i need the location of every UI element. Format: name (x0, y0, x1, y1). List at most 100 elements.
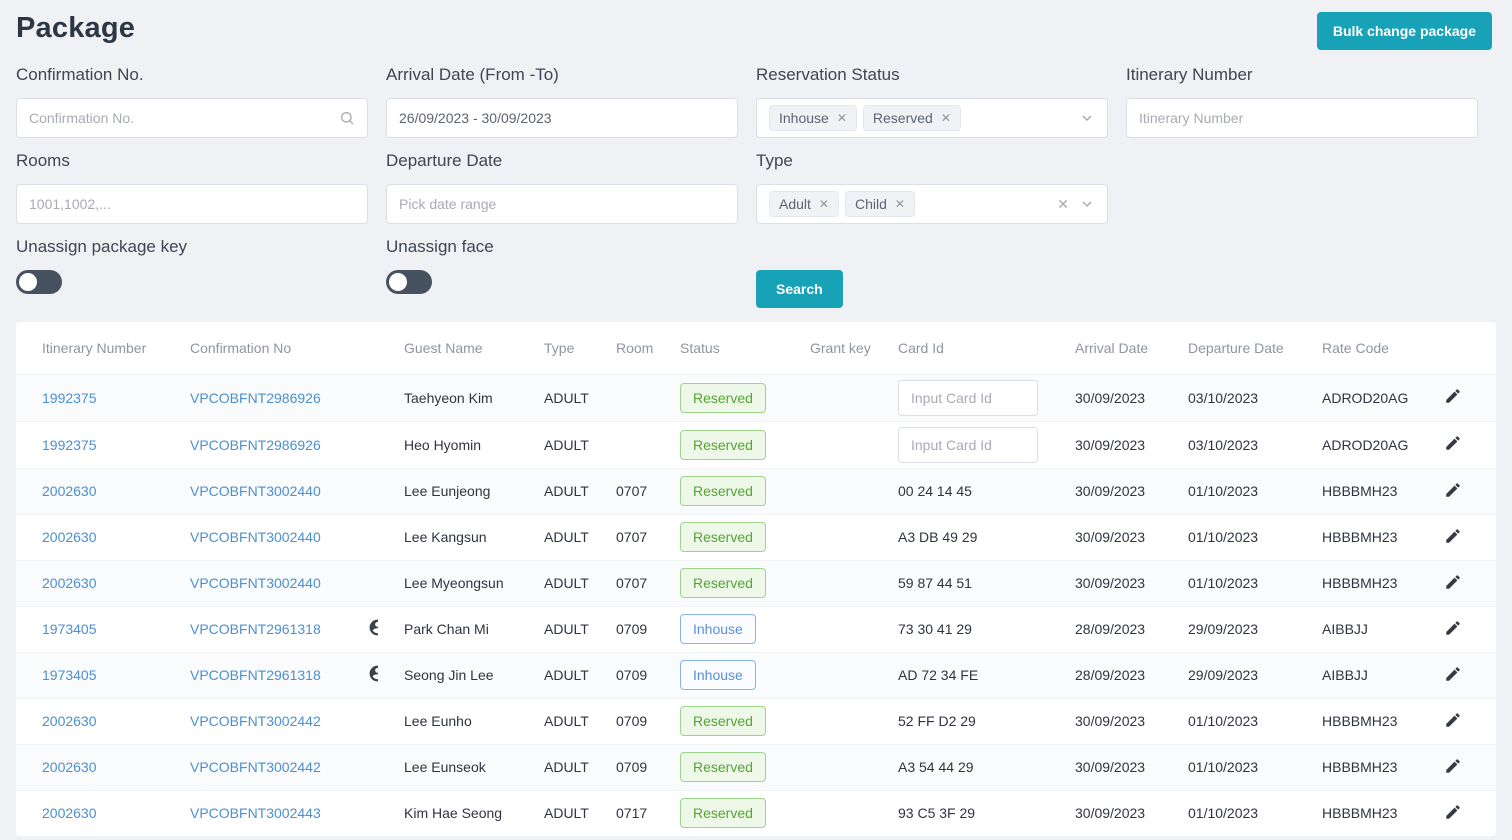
guest-name: Lee Eunho (404, 713, 472, 729)
itinerary-link[interactable]: 1973405 (42, 667, 97, 683)
grant-key-cell (784, 374, 872, 421)
table-row: 1992375 VPCOBFNT2986926 Taehyeon Kim ADU… (16, 374, 1496, 421)
table-row: 2002630 VPCOBFNT3002443 Kim Hae Seong AD… (16, 790, 1496, 836)
edit-icon[interactable] (1444, 573, 1462, 591)
edit-icon[interactable] (1444, 387, 1462, 405)
confirmation-link[interactable]: VPCOBFNT3002440 (190, 529, 321, 545)
table-row: 1992375 VPCOBFNT2986926 Heo Hyomin ADULT… (16, 421, 1496, 468)
search-button[interactable]: Search (756, 270, 843, 308)
type-select[interactable]: Adult ✕ Child ✕ ✕ (756, 184, 1108, 224)
card-id-input[interactable] (898, 426, 1038, 463)
status-badge: Reserved (680, 568, 766, 598)
room-number: 0707 (616, 529, 648, 545)
unassign-face-toggle[interactable] (386, 270, 432, 294)
filter-type: Type Adult ✕ Child ✕ ✕ (756, 138, 1108, 224)
confirmation-link[interactable]: VPCOBFNT3002442 (190, 759, 321, 775)
confirmation-link[interactable]: VPCOBFNT2961318 (190, 667, 321, 683)
itinerary-link[interactable]: 2002630 (42, 483, 97, 499)
edit-icon[interactable] (1444, 434, 1462, 452)
confirmation-link[interactable]: VPCOBFNT3002440 (190, 483, 321, 499)
edit-icon[interactable] (1444, 711, 1462, 729)
bulk-change-package-button[interactable]: Bulk change package (1316, 12, 1492, 50)
remove-tag-icon[interactable]: ✕ (895, 198, 905, 210)
clear-select-icon[interactable]: ✕ (1057, 196, 1069, 213)
column-header: Grant key (810, 339, 871, 356)
arrival-date: 28/09/2023 (1075, 621, 1146, 637)
itinerary-link[interactable]: 2002630 (42, 529, 97, 545)
chevron-down-icon[interactable] (1079, 196, 1095, 212)
column-header: Room (616, 339, 654, 356)
itinerary-link[interactable]: 2002630 (42, 759, 97, 775)
reservation-status-select[interactable]: Inhouse ✕ Reserved ✕ (756, 98, 1108, 138)
remove-tag-icon[interactable]: ✕ (837, 112, 847, 124)
room-number: 0709 (616, 759, 648, 775)
tag-label: Adult (779, 196, 811, 212)
edit-icon[interactable] (1444, 619, 1462, 637)
status-badge: Reserved (680, 522, 766, 552)
grant-key-cell (784, 652, 872, 698)
unassign-package-key-toggle[interactable] (16, 270, 62, 294)
guest-type: ADULT (544, 389, 589, 406)
rooms-input[interactable] (29, 185, 355, 223)
confirmation-link[interactable]: VPCOBFNT2986926 (190, 390, 321, 406)
confirmation-link[interactable]: VPCOBFNT2961318 (190, 621, 321, 637)
column-header: Itinerary Number (42, 339, 147, 356)
room-number: 0717 (616, 805, 648, 822)
edit-icon[interactable] (1444, 665, 1462, 683)
filter-itinerary-number: Itinerary Number (1126, 52, 1478, 138)
edit-icon[interactable] (1444, 757, 1462, 775)
table-row: 1973405 VPCOBFNT2961318 Park Chan Mi ADU… (16, 606, 1496, 652)
card-id-value: 93 C5 3F 29 (898, 805, 976, 822)
guest-name: Lee Eunseok (404, 759, 486, 775)
card-id-input[interactable] (898, 379, 1038, 416)
confirmation-no-input[interactable] (29, 99, 333, 137)
status-badge: Inhouse (680, 660, 756, 690)
guest-type: ADULT (544, 805, 589, 822)
confirmation-link[interactable]: VPCOBFNT3002443 (190, 805, 321, 821)
reservation-status-label: Reservation Status (756, 65, 900, 84)
guest-type: ADULT (544, 529, 589, 545)
itinerary-link[interactable]: 1992375 (42, 390, 97, 406)
arrival-date: 30/09/2023 (1075, 713, 1146, 729)
departure-date: 01/10/2023 (1188, 805, 1259, 822)
tag-label: Reserved (872, 110, 933, 126)
remove-tag-icon[interactable]: ✕ (941, 112, 951, 124)
itinerary-link[interactable]: 1973405 (42, 621, 97, 637)
confirmation-link[interactable]: VPCOBFNT3002440 (190, 575, 321, 591)
edit-icon[interactable] (1444, 527, 1462, 545)
arrival-date: 28/09/2023 (1075, 667, 1146, 683)
guest-name: Park Chan Mi (404, 621, 489, 637)
status-badge: Reserved (680, 382, 766, 413)
column-header: Card Id (898, 339, 944, 356)
column-header: Arrival Date (1075, 339, 1149, 356)
guest-name: Heo Hyomin (404, 436, 482, 453)
filter-search: Search (756, 224, 1108, 308)
departure-date-input[interactable] (399, 185, 725, 223)
departure-date: 03/10/2023 (1188, 389, 1259, 406)
confirmation-link[interactable]: VPCOBFNT2986926 (190, 437, 321, 453)
arrival-date-input[interactable] (399, 99, 725, 137)
itinerary-link[interactable]: 2002630 (42, 713, 97, 729)
guest-type: ADULT (544, 713, 589, 729)
column-header: Confirmation No (190, 339, 292, 356)
room-number: 0709 (616, 667, 648, 683)
itinerary-number-label: Itinerary Number (1126, 65, 1253, 84)
confirmation-link[interactable]: VPCOBFNT3002442 (190, 713, 321, 729)
table-row: 2002630 VPCOBFNT3002442 Lee Eunho ADULT … (16, 698, 1496, 744)
itinerary-link[interactable]: 2002630 (42, 575, 97, 591)
itinerary-number-input[interactable] (1139, 99, 1465, 137)
card-id-value: 59 87 44 51 (898, 575, 972, 591)
chevron-down-icon[interactable] (1079, 110, 1095, 126)
status-badge: Reserved (680, 429, 766, 460)
remove-tag-icon[interactable]: ✕ (819, 198, 829, 210)
departure-date: 01/10/2023 (1188, 529, 1259, 545)
edit-icon[interactable] (1444, 803, 1462, 821)
reservation-status-tag: Reserved ✕ (862, 105, 961, 131)
rate-code: HBBBMH23 (1322, 483, 1398, 499)
itinerary-link[interactable]: 1992375 (42, 437, 97, 453)
room-number: 0709 (616, 713, 648, 729)
itinerary-link[interactable]: 2002630 (42, 805, 97, 821)
edit-icon[interactable] (1444, 481, 1462, 499)
rate-code: AIBBJJ (1322, 667, 1368, 683)
confirmation-no-label: Confirmation No. (16, 65, 144, 84)
